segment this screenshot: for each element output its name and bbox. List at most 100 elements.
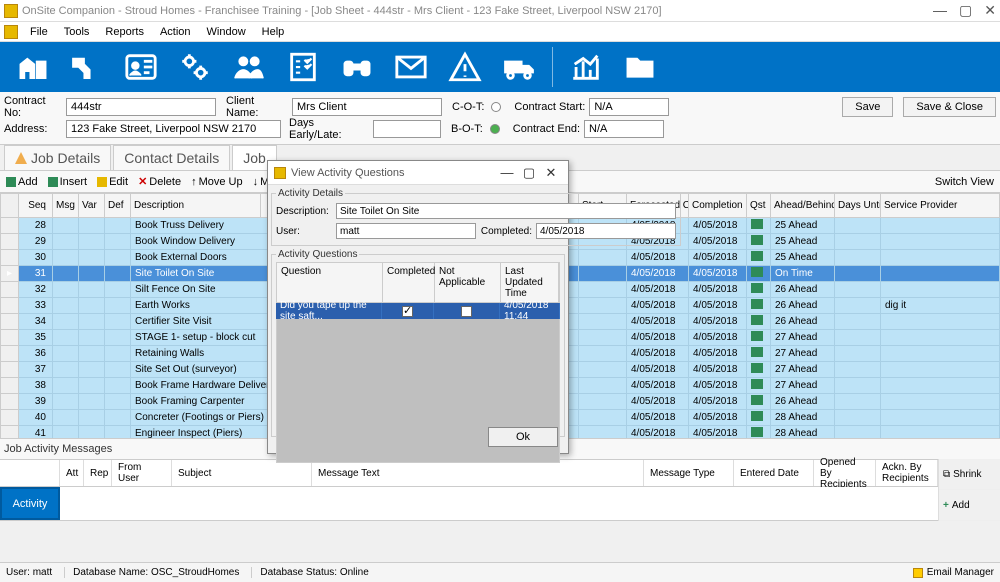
toolbar-checklist-icon[interactable] <box>278 47 328 87</box>
menu-help[interactable]: Help <box>254 26 293 38</box>
activity-tab-button[interactable]: Activity <box>0 487 60 520</box>
contract-no-input[interactable] <box>66 98 216 116</box>
question-text: Did you tape up the site saft... <box>276 303 382 319</box>
col-comp[interactable]: Completion <box>689 194 747 218</box>
msgcol-opened[interactable]: Opened By Recipients <box>814 460 876 486</box>
question-time: 4/05/2018 11:44 <box>500 303 560 319</box>
status-db: OSC_StroudHomes <box>151 567 239 578</box>
msgcol-text[interactable]: Message Text <box>312 460 644 486</box>
qcol-question[interactable]: Question <box>277 263 383 302</box>
toolbar-contact-icon[interactable] <box>116 47 166 87</box>
activity-questions-group: Activity Questions Question Completed No… <box>271 249 565 437</box>
col-days[interactable]: Days Until Comp. <box>835 194 881 218</box>
toolbar-people-icon[interactable] <box>224 47 274 87</box>
col-qst[interactable]: Qst <box>747 194 771 218</box>
col-desc[interactable]: Description <box>131 194 261 218</box>
menu-reports[interactable]: Reports <box>97 26 152 38</box>
dialog-desc-input[interactable] <box>336 203 676 219</box>
dialog-user-input[interactable] <box>336 223 476 239</box>
cot-label: C-O-T: <box>452 101 484 113</box>
contract-end-input[interactable] <box>584 120 664 138</box>
col-ab[interactable]: Ahead/Behind <box>771 194 835 218</box>
toolbar-water-icon[interactable] <box>62 47 112 87</box>
address-label: Address: <box>4 123 62 135</box>
messages-shrink[interactable]: ⧉Shrink <box>939 459 1000 490</box>
menu-tools[interactable]: Tools <box>56 26 98 38</box>
action-switch-view[interactable]: Switch View <box>935 176 994 188</box>
dialog-completed-input[interactable] <box>536 223 676 239</box>
qst-icon <box>751 219 763 229</box>
qst-icon <box>751 395 763 405</box>
email-icon <box>913 568 923 578</box>
toolbar-binoculars-icon[interactable] <box>332 47 382 87</box>
qst-icon <box>751 251 763 261</box>
bot-status-icon <box>490 124 500 134</box>
save-close-button[interactable]: Save & Close <box>903 97 996 117</box>
menu-action[interactable]: Action <box>152 26 199 38</box>
action-delete[interactable]: ✕Delete <box>138 175 181 188</box>
dialog-maximize-icon[interactable]: ▢ <box>518 165 540 181</box>
menu-window[interactable]: Window <box>199 26 254 38</box>
tab-contact-details[interactable]: Contact Details <box>113 145 230 170</box>
toolbar-warning-icon[interactable] <box>440 47 490 87</box>
dialog-completed-label: Completed: <box>480 226 532 237</box>
qcol-completed[interactable]: Completed <box>383 263 435 302</box>
messages-add[interactable]: +Add <box>939 490 1000 521</box>
action-insert[interactable]: Insert <box>48 176 88 188</box>
address-input[interactable] <box>66 120 281 138</box>
bot-label: B-O-T: <box>451 123 483 135</box>
col-var[interactable]: Var <box>79 194 105 218</box>
warning-icon <box>15 152 27 164</box>
msgcol-att[interactable]: Att <box>60 460 84 486</box>
question-completed-checkbox[interactable] <box>402 306 413 317</box>
msgcol-subject[interactable]: Subject <box>172 460 312 486</box>
days-early-late-input[interactable] <box>373 120 441 138</box>
msgcol-date[interactable]: Entered Date <box>734 460 814 486</box>
save-button[interactable]: Save <box>842 97 893 117</box>
col-sp[interactable]: Service Provider <box>881 194 1000 218</box>
activity-details-group: Activity Details Description: User: Comp… <box>271 188 681 246</box>
window-maximize-icon[interactable]: ▢ <box>959 2 972 19</box>
col-msg[interactable]: Msg <box>53 194 79 218</box>
client-name-input[interactable] <box>292 98 442 116</box>
menu-file[interactable]: File <box>22 26 56 38</box>
qst-icon <box>751 427 763 437</box>
toolbar-folder-icon[interactable] <box>615 47 665 87</box>
messages-body <box>60 487 938 520</box>
msgcol-type[interactable]: Message Type <box>644 460 734 486</box>
email-manager-button[interactable]: Email Manager <box>913 567 994 578</box>
toolbar-home-icon[interactable] <box>8 47 58 87</box>
col-seq[interactable]: Seq <box>19 194 53 218</box>
contract-no-label: Contract No: <box>4 95 62 119</box>
dialog-close-icon[interactable]: ✕ <box>540 165 562 181</box>
toolbar-envelope-icon[interactable] <box>386 47 436 87</box>
qcol-na[interactable]: Not Applicable <box>435 263 501 302</box>
question-na-checkbox[interactable] <box>461 306 472 317</box>
window-minimize-icon[interactable]: ― <box>933 2 947 19</box>
tab-job-details[interactable]: Job Details <box>4 145 111 170</box>
contract-start-input[interactable] <box>589 98 669 116</box>
toolbar-gears-icon[interactable] <box>170 47 220 87</box>
col-def[interactable]: Def <box>105 194 131 218</box>
msgcol-from[interactable]: From User <box>112 460 172 486</box>
qst-icon <box>751 331 763 341</box>
qcol-time[interactable]: Last Updated Time <box>501 263 559 302</box>
toolbar-separator <box>552 47 553 87</box>
window-title: OnSite Companion - Stroud Homes - Franch… <box>22 5 933 17</box>
toolbar-truck-icon[interactable] <box>494 47 544 87</box>
toolbar-chart-icon[interactable] <box>561 47 611 87</box>
action-move-up[interactable]: ↑Move Up <box>191 176 243 188</box>
days-early-late-label: Days Early/Late: <box>289 117 369 141</box>
menu-bar: File Tools Reports Action Window Help <box>0 22 1000 42</box>
qst-icon <box>751 363 763 373</box>
msgcol-ack[interactable]: Ackn. By Recipients <box>876 460 938 486</box>
action-add[interactable]: Add <box>6 176 38 188</box>
qst-icon <box>751 379 763 389</box>
window-close-icon[interactable]: ✕ <box>984 2 996 19</box>
question-row[interactable]: Did you tape up the site saft... 4/05/20… <box>276 303 560 319</box>
dialog-minimize-icon[interactable]: ― <box>496 165 518 180</box>
action-edit[interactable]: Edit <box>97 176 128 188</box>
status-db-status: Online <box>340 567 369 578</box>
dialog-ok-button[interactable]: Ok <box>488 427 558 447</box>
msgcol-rep[interactable]: Rep <box>84 460 112 486</box>
